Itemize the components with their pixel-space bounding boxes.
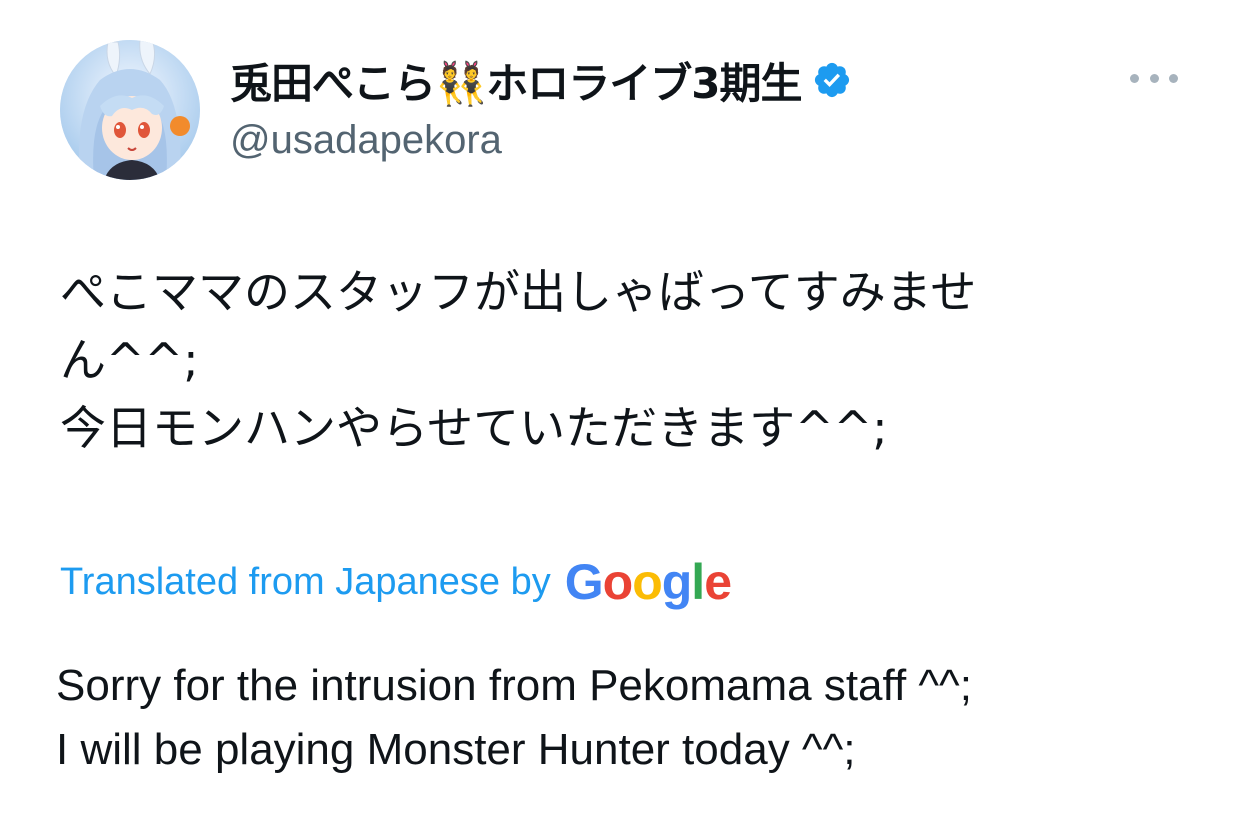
dot (1130, 73, 1139, 83)
tweet-text-line: ぺこママのスタッフが出しゃばってすみませ (60, 265, 977, 319)
tweet-text-line: ん^^; (60, 333, 199, 387)
translated-text-line: Sorry for the intrusion from Pekomama st… (56, 661, 972, 710)
dot (1169, 73, 1178, 83)
translation-attribution: Translated from Japanese by Google (60, 552, 732, 612)
author-display-name[interactable]: 兎田ぺこら👯ホロライブ3期生 (230, 50, 803, 111)
avatar[interactable] (60, 40, 200, 180)
avatar-image (60, 40, 200, 180)
author-handle[interactable]: @usadapekora (230, 118, 502, 163)
google-logo: Google (564, 554, 732, 610)
more-options-icon[interactable] (1130, 64, 1178, 92)
verified-badge-icon[interactable] (812, 60, 852, 100)
tweet-card: 兎田ぺこら👯ホロライブ3期生 @usadapekora ぺこママのスタッフが出し… (0, 0, 1242, 822)
tweet-text-line: 今日モンハンやらせていただきます^^; (60, 401, 888, 455)
translated-from-link[interactable]: Translated from Japanese by (60, 561, 551, 604)
translated-text: Sorry for the intrusion from Pekomama st… (56, 654, 1196, 782)
translated-text-line: I will be playing Monster Hunter today ^… (56, 725, 856, 774)
author-name-row: 兎田ぺこら👯ホロライブ3期生 (230, 52, 852, 108)
tweet-text: ぺこママのスタッフが出しゃばってすみませ ん^^; 今日モンハンやらせていただき… (60, 258, 1180, 462)
dot (1149, 73, 1159, 83)
